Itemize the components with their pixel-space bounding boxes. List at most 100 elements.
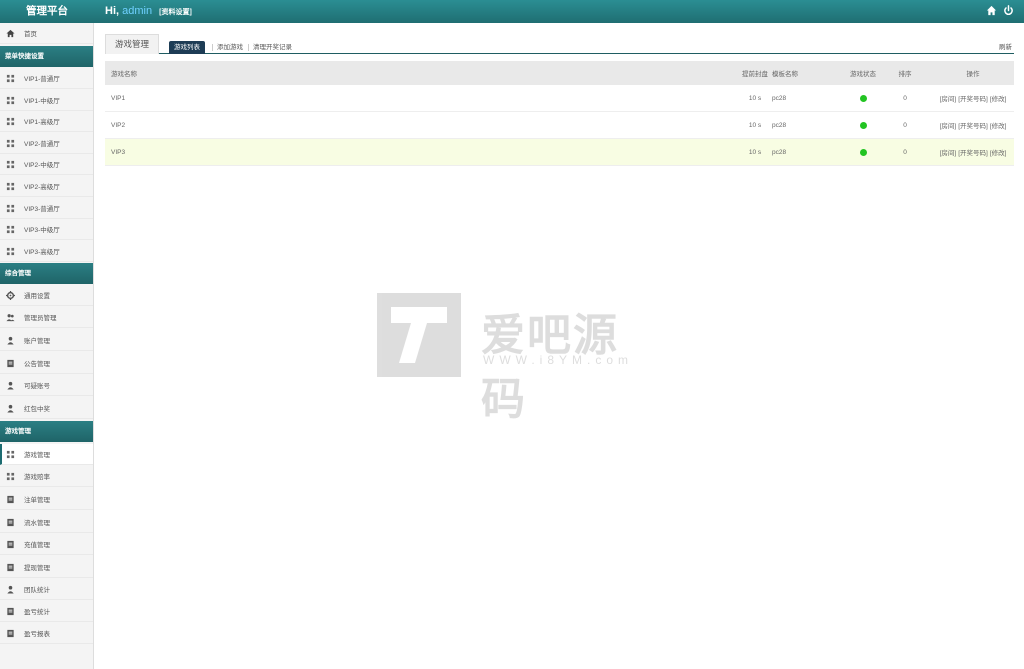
template-name: pc28	[772, 148, 787, 156]
sidebar-item-admin-mgmt[interactable]: 管理员管理	[0, 307, 93, 328]
grid-icon	[6, 225, 15, 234]
grid-icon	[6, 117, 15, 126]
brand-title: 管理平台	[26, 5, 68, 17]
actions-cell: [房间] [开奖号码] [修改]	[933, 112, 1013, 138]
column-header-actions: 操作	[966, 71, 980, 78]
sidebar-item-bet-mgmt[interactable]: 注单管理	[0, 489, 93, 510]
sidebar-section-game: 游戏管理	[0, 421, 93, 442]
grid-icon	[6, 204, 15, 213]
refresh-button[interactable]: 刷新	[999, 41, 1012, 54]
sidebar-item-vip3-high[interactable]: VIP3-高级厅	[0, 241, 93, 262]
sidebar-item-profit-stats[interactable]: 盈亏统计	[0, 601, 93, 622]
sidebar-item-label: VIP3-普通厅	[24, 206, 60, 213]
sidebar-item-label: 流水管理	[24, 520, 50, 527]
games-table: 游戏名称 提前封盘 模板名称 游戏状态 排序 操作 VIP1 10 s pc28…	[105, 61, 1014, 166]
sidebar-item-suspicious-accounts[interactable]: 可疑账号	[0, 375, 93, 396]
sidebar-item-notice-mgmt[interactable]: 公告管理	[0, 353, 93, 374]
sidebar-item-label: 通用设置	[24, 293, 50, 300]
sidebar-item-label: 游戏赔率	[24, 474, 50, 481]
sidebar-item-profit-report[interactable]: 盈亏报表	[0, 623, 93, 644]
sidebar-item-label: 可疑账号	[24, 383, 50, 390]
home-icon[interactable]	[986, 5, 997, 17]
sidebar-item-home[interactable]: 首页	[0, 23, 93, 44]
tab-game-management[interactable]: 游戏管理	[105, 34, 159, 54]
column-header-name: 游戏名称	[111, 71, 137, 78]
power-icon[interactable]	[1003, 5, 1014, 17]
document-icon	[6, 607, 15, 616]
sidebar-item-label: VIP2-中级厅	[24, 162, 60, 169]
grid-icon	[6, 139, 15, 148]
game-name: VIP3	[111, 148, 126, 156]
username: admin	[122, 5, 153, 17]
sidebar-item-general-settings[interactable]: 通用设置	[0, 285, 93, 306]
sidebar-item-game-odds[interactable]: 游戏赔率	[0, 466, 93, 487]
draw-numbers-link[interactable]: [开奖号码]	[958, 120, 988, 130]
sidebar-item-account-mgmt[interactable]: 账户管理	[0, 330, 93, 351]
sidebar-item-vip2-mid[interactable]: VIP2-中级厅	[0, 154, 93, 175]
sidebar-section-quick: 菜单快捷设置	[0, 46, 93, 67]
sidebar-item-withdraw-mgmt[interactable]: 提现管理	[0, 557, 93, 578]
sidebar-item-game-mgmt[interactable]: 游戏管理	[0, 444, 93, 465]
sidebar-item-label: 注单管理	[24, 497, 50, 504]
sidebar-item-label: VIP2-高级厅	[24, 184, 60, 191]
sidebar-item-vip3-basic[interactable]: VIP3-普通厅	[0, 198, 93, 219]
status-on-indicator[interactable]	[859, 121, 867, 129]
edit-link[interactable]: [修改]	[990, 120, 1007, 130]
draw-numbers-link[interactable]: [开奖号码]	[958, 93, 988, 103]
sidebar-item-label: 提现管理	[24, 565, 50, 572]
grid-icon	[6, 96, 15, 105]
document-icon	[6, 540, 15, 549]
template-name: pc28	[772, 121, 787, 129]
user-icon	[6, 381, 15, 390]
status-on-indicator[interactable]	[859, 94, 867, 102]
column-header-status: 游戏状态	[850, 71, 876, 78]
sidebar-item-recharge-mgmt[interactable]: 充值管理	[0, 534, 93, 555]
rooms-link[interactable]: [房间]	[940, 93, 957, 103]
document-icon	[6, 629, 15, 638]
column-header-sort: 排序	[898, 71, 912, 78]
sidebar-item-label: 红包中奖	[24, 406, 50, 413]
sidebar-item-label: VIP1-中级厅	[24, 98, 60, 105]
sidebar-section-general: 综合管理	[0, 263, 93, 284]
sidebar-item-label: VIP3-高级厅	[24, 249, 60, 256]
table-row: VIP2 10 s pc28 0 [房间] [开奖号码] [修改]	[105, 112, 1014, 139]
user-icon	[6, 585, 15, 594]
sidebar-item-vip2-basic[interactable]: VIP2-普通厅	[0, 133, 93, 154]
sidebar-item-label: VIP3-中级厅	[24, 227, 60, 234]
tab-clear-draw-records[interactable]: 清理开奖记录	[253, 41, 292, 54]
users-icon	[6, 313, 15, 322]
grid-icon	[6, 472, 15, 481]
sidebar-item-team-stats[interactable]: 团队统计	[0, 579, 93, 600]
sort-order: 0	[903, 121, 907, 129]
edit-link[interactable]: [修改]	[990, 147, 1007, 157]
table-row: VIP1 10 s pc28 0 [房间] [开奖号码] [修改]	[105, 85, 1014, 112]
table-row: VIP3 10 s pc28 0 [房间] [开奖号码] [修改]	[105, 139, 1014, 166]
sidebar-item-vip1-high[interactable]: VIP1-高级厅	[0, 111, 93, 132]
tab-add-game[interactable]: 添加游戏	[217, 41, 243, 54]
sidebar-item-label: 游戏管理	[24, 452, 50, 459]
rooms-link[interactable]: [房间]	[940, 147, 957, 157]
tab-game-list[interactable]: 游戏列表	[169, 41, 205, 54]
draw-numbers-link[interactable]: [开奖号码]	[958, 147, 988, 157]
profile-settings-link[interactable]: [资料设置]	[159, 9, 192, 16]
sidebar-item-label: 公告管理	[24, 361, 50, 368]
sidebar-item-flow-mgmt[interactable]: 流水管理	[0, 512, 93, 533]
sidebar-item-label: 盈亏统计	[24, 609, 50, 616]
sidebar-item-red-packet[interactable]: 红包中奖	[0, 398, 93, 419]
sidebar-item-vip1-mid[interactable]: VIP1-中级厅	[0, 90, 93, 111]
home-icon	[6, 29, 15, 38]
sidebar-item-vip3-mid[interactable]: VIP3-中级厅	[0, 219, 93, 240]
status-cell	[845, 85, 881, 111]
sidebar-item-vip2-high[interactable]: VIP2-高级厅	[0, 176, 93, 197]
edit-link[interactable]: [修改]	[990, 93, 1007, 103]
game-name: VIP1	[111, 94, 126, 102]
sidebar-item-label: 管理员管理	[24, 315, 57, 322]
divider	[248, 44, 249, 51]
rooms-link[interactable]: [房间]	[940, 120, 957, 130]
sidebar-item-vip1-basic[interactable]: VIP1-普通厅	[0, 68, 93, 89]
status-cell	[845, 139, 881, 165]
top-header: 管理平台 Hi, admin [资料设置]	[0, 0, 1024, 23]
status-on-indicator[interactable]	[859, 148, 867, 156]
grid-icon	[6, 74, 15, 83]
sidebar-item-label: VIP1-普通厅	[24, 76, 60, 83]
